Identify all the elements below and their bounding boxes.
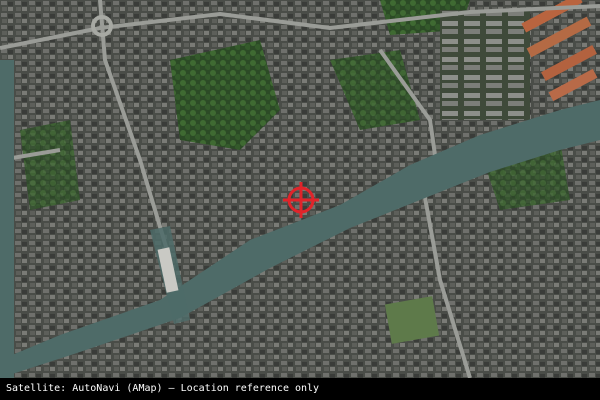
sports-field [384,296,440,344]
satellite-map[interactable] [0,0,600,378]
residential-blocks [440,10,530,120]
map-attribution: Satellite: AutoNavi (AMap) – Location re… [0,378,600,400]
